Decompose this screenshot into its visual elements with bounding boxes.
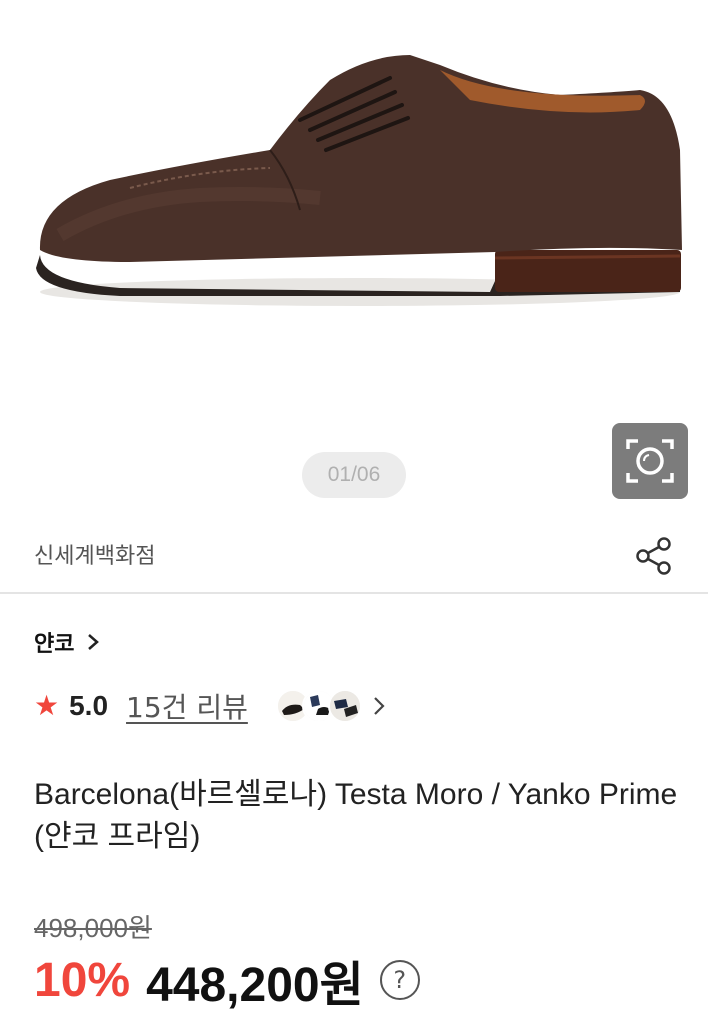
review-count-link[interactable]: 15건 리뷰 [126,686,248,726]
rating-row: ★ 5.0 15건 리뷰 [34,684,386,728]
price-help-button[interactable]: ? [379,960,420,1000]
share-button[interactable] [632,534,676,578]
product-title: Barcelona(바르셀로나) Testa Moro / Yanko Prim… [34,778,678,853]
section-divider [0,592,708,594]
price-row: 10% 448,200원 ? [34,950,420,1012]
brand-name: 얀코 [34,632,75,657]
rating-score: 5.0 [69,690,109,721]
discount-rate: 10% [34,953,131,1007]
product-image[interactable] [0,0,708,360]
review-photo-thumbnails[interactable] [275,689,386,723]
camera-lens-icon [626,439,674,483]
store-row: 신세계백화점 [0,520,708,592]
star-icon: ★ [34,689,60,722]
review-thumbnail[interactable] [327,689,362,723]
sale-price: 448,200원 [146,959,364,1012]
image-counter: 01/06 [302,452,406,498]
image-search-button[interactable] [612,423,688,499]
product-gallery[interactable]: 01/06 [0,0,708,520]
share-icon [636,537,671,575]
chevron-right-icon [374,697,385,715]
chevron-right-icon [88,634,100,650]
original-price: 498,000원 [34,913,152,943]
store-name[interactable]: 신세계백화점 [34,538,155,570]
brand-link[interactable]: 얀코 [34,624,100,660]
